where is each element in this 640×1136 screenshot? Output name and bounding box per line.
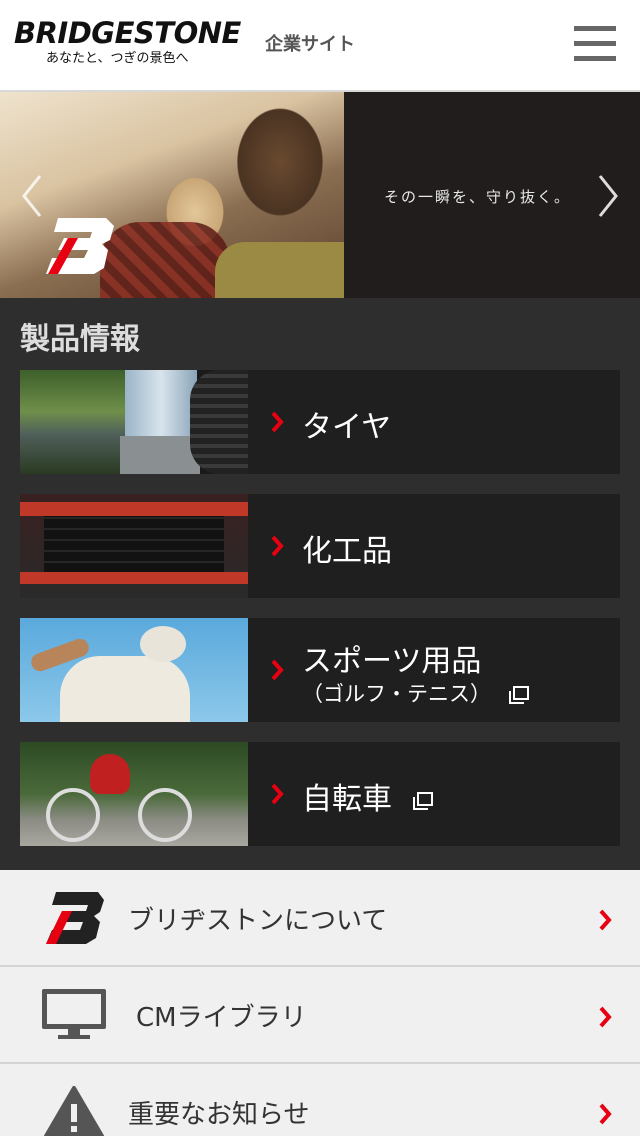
chevron-right-icon	[599, 1103, 612, 1125]
product-sublabel-text: （ゴルフ・テニス）	[302, 682, 491, 706]
hamburger-menu-icon[interactable]	[574, 26, 616, 64]
chevron-right-icon[interactable]	[596, 174, 620, 218]
chevron-right-icon	[599, 1006, 612, 1028]
logo-wordmark: BRIDGESTONE	[14, 16, 241, 50]
bridgestone-b-icon	[46, 218, 114, 274]
product-label: スポーツ用品	[302, 644, 482, 679]
warning-icon	[44, 1086, 104, 1136]
product-chemical[interactable]: 化工品	[20, 494, 620, 598]
menu-item-label: CMライブラリ	[136, 1003, 307, 1033]
chevron-right-icon	[271, 411, 284, 433]
product-tire[interactable]: タイヤ	[20, 370, 620, 474]
logo-tagline: あなたと、つぎの景色へ	[46, 51, 189, 66]
product-label: 化工品	[302, 534, 392, 569]
menu-item-label: ブリヂストンについて	[128, 906, 388, 936]
chemical-product-photo	[20, 494, 248, 598]
product-sublabel: （ゴルフ・テニス）	[302, 678, 530, 708]
product-label: 自転車	[302, 782, 392, 817]
bridgestone-b-icon	[46, 892, 104, 944]
external-link-icon	[412, 791, 433, 810]
tire-photo	[20, 370, 248, 474]
chevron-right-icon	[271, 783, 284, 805]
product-label-row: 自転車	[302, 774, 434, 818]
menu-item-notices[interactable]: 重要なお知らせ	[0, 1064, 640, 1136]
menu-item-about[interactable]: ブリヂストンについて	[0, 870, 640, 967]
chevron-left-icon[interactable]	[20, 174, 44, 218]
hero-tagline: その一瞬を、守り抜く。	[384, 188, 572, 206]
chevron-right-icon	[271, 659, 284, 681]
product-sports[interactable]: スポーツ用品 （ゴルフ・テニス）	[20, 618, 620, 722]
golf-photo	[20, 618, 248, 722]
external-link-icon	[508, 686, 529, 704]
menu-item-label: 重要なお知らせ	[128, 1100, 310, 1130]
menu-item-cm-library[interactable]: CMライブラリ	[0, 967, 640, 1064]
chevron-right-icon	[271, 535, 284, 557]
monitor-icon	[42, 989, 106, 1039]
product-bicycle[interactable]: 自転車	[20, 742, 620, 846]
bridgestone-logo[interactable]: BRIDGESTONE あなたと、つぎの景色へ	[14, 16, 246, 72]
hero-photo	[0, 92, 344, 298]
products-title: 製品情報	[20, 322, 140, 357]
chevron-right-icon	[599, 909, 612, 931]
bicycle-photo	[20, 742, 248, 846]
hero-carousel[interactable]: その一瞬を、守り抜く。	[0, 92, 640, 298]
products-section: 製品情報 タイヤ 化工品 スポーツ用品 （ゴルフ・テニス） 自転車	[0, 298, 640, 870]
site-header: BRIDGESTONE あなたと、つぎの景色へ 企業サイト	[0, 0, 640, 92]
corporate-site-label: 企業サイト	[265, 34, 355, 55]
product-label: タイヤ	[302, 410, 392, 445]
